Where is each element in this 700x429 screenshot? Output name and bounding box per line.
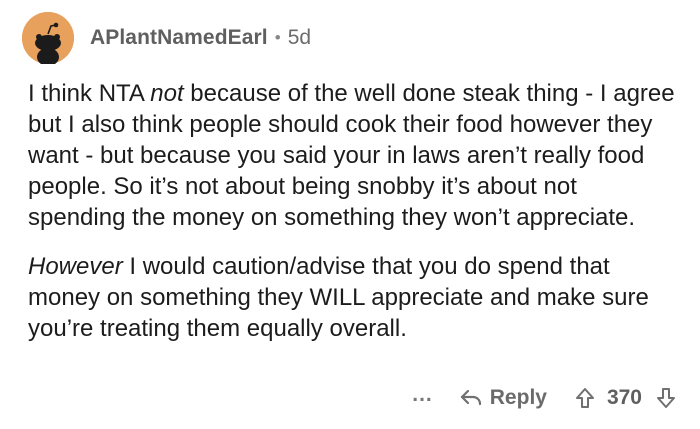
paragraph-text: I think NTA xyxy=(28,80,151,107)
vote-score: 370 xyxy=(606,386,642,409)
author-name[interactable]: APlantNamedEarl xyxy=(90,26,268,50)
comment-body: I think NTA not because of the well done… xyxy=(28,78,678,344)
comment-paragraph: However I would caution/advise that you … xyxy=(28,251,678,344)
vote-controls: 370 xyxy=(573,386,678,410)
reply-arrow-icon xyxy=(460,389,481,406)
emphasis-text: However xyxy=(28,253,123,280)
meta-separator: • xyxy=(274,28,281,47)
more-options-button[interactable]: ... xyxy=(412,384,433,413)
comment-header: APlantNamedEarl • 5d xyxy=(22,12,311,64)
comment-meta: APlantNamedEarl • 5d xyxy=(90,26,311,50)
reply-button[interactable]: Reply xyxy=(459,386,547,410)
reply-label: Reply xyxy=(489,386,547,409)
comment-age: 5d xyxy=(287,26,312,49)
downvote-arrow-icon[interactable] xyxy=(654,386,678,410)
upvote-arrow-icon[interactable] xyxy=(573,386,597,410)
snoo-avatar-icon[interactable] xyxy=(22,12,74,64)
comment-paragraph: I think NTA not because of the well done… xyxy=(28,78,678,233)
emphasis-text: not xyxy=(150,80,184,107)
comment-card: APlantNamedEarl • 5d I think NTA not bec… xyxy=(0,0,700,429)
comment-actions: ... Reply 370 xyxy=(412,380,678,416)
